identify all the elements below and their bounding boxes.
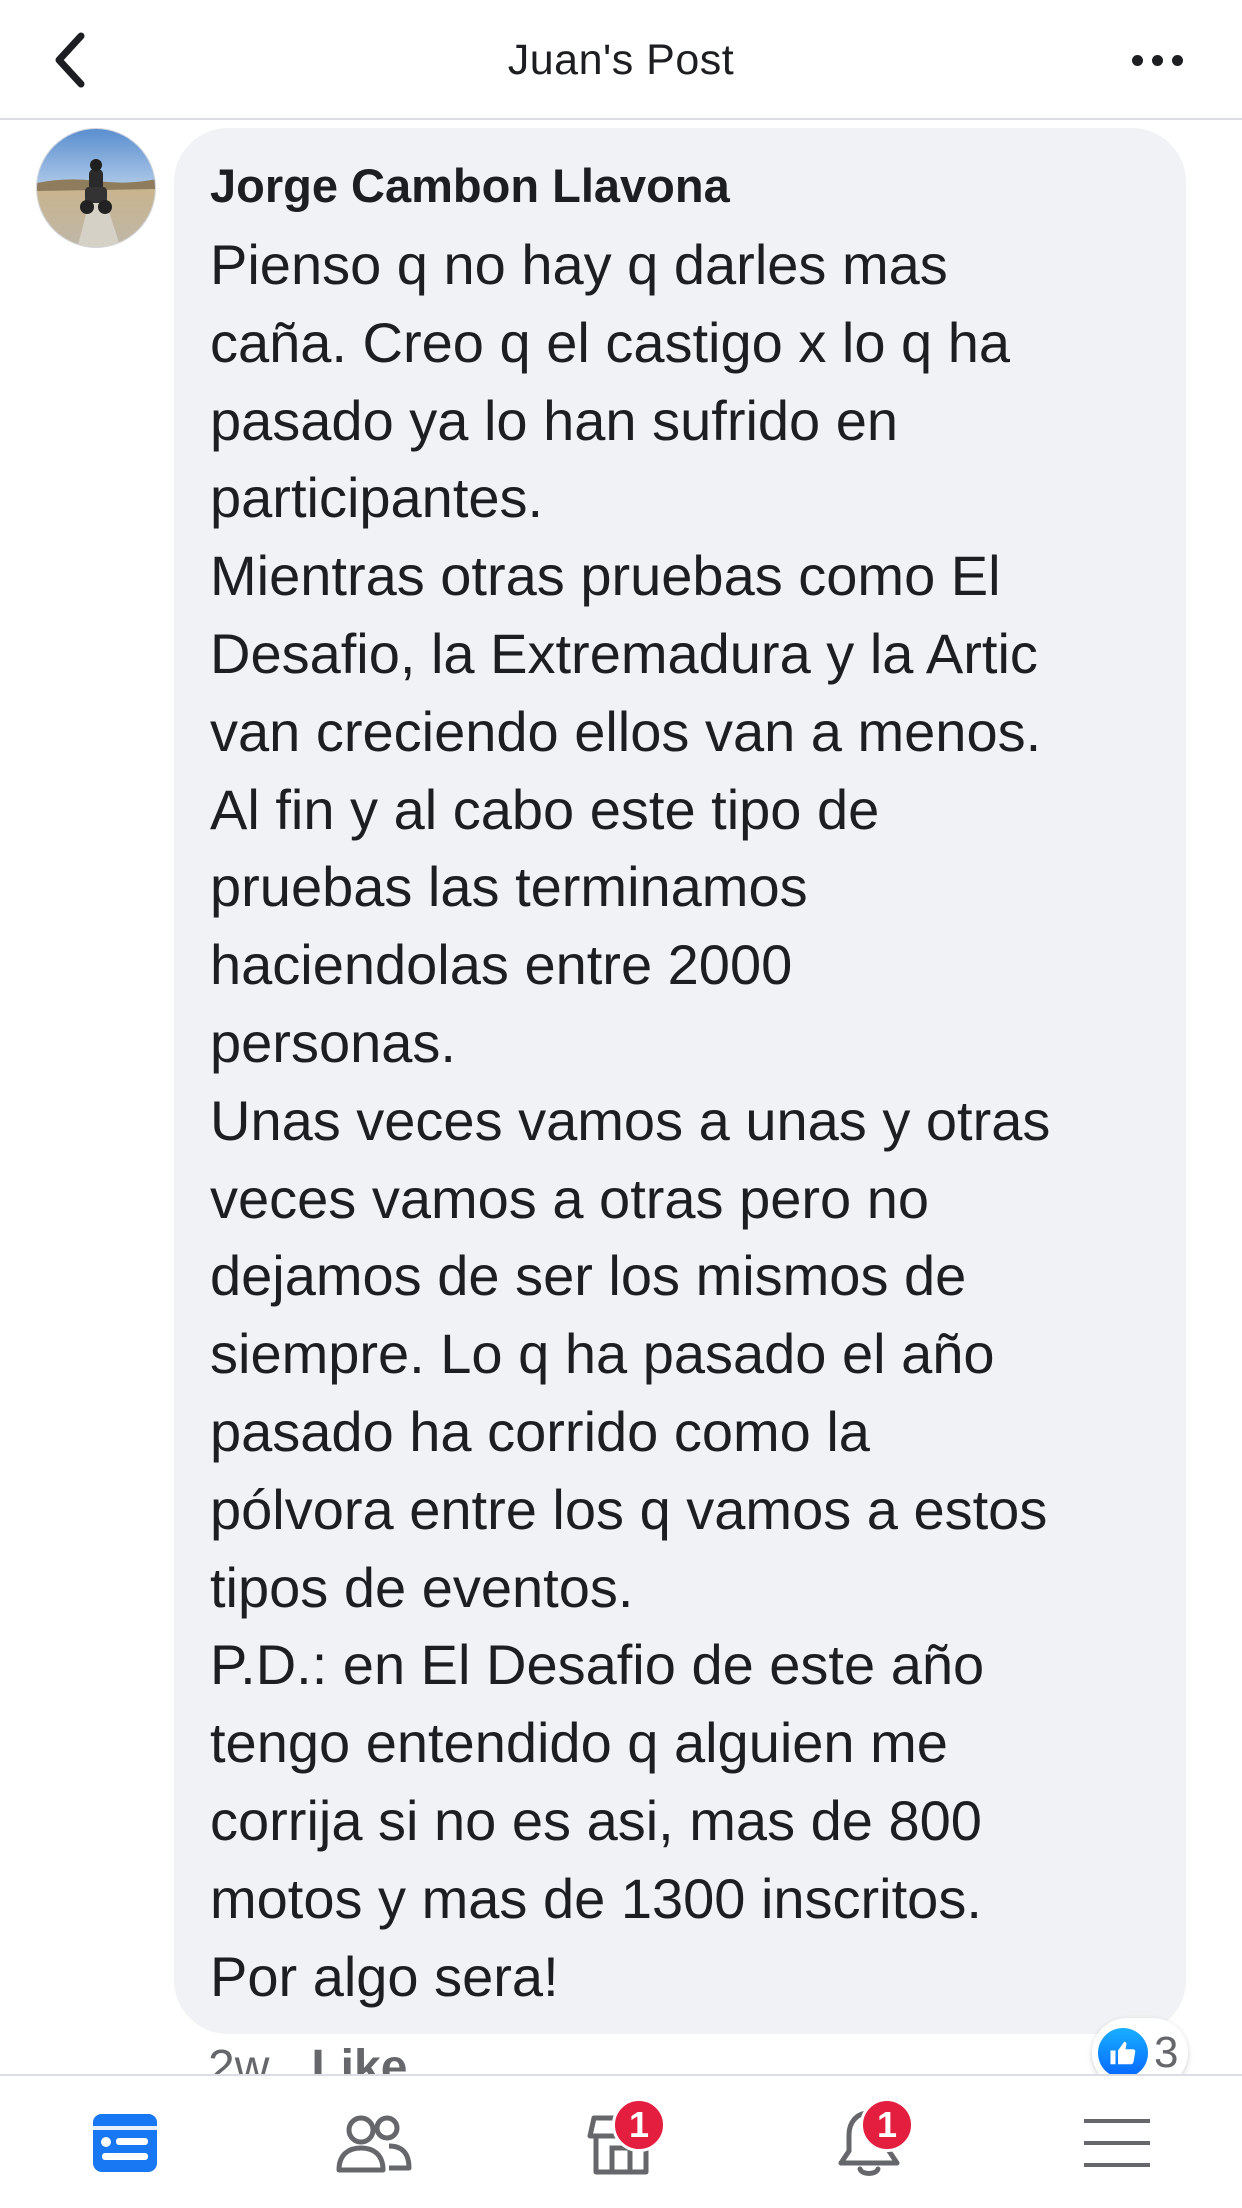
top-nav-bar: Juan's Post [0,0,1242,120]
comment-line: Por algo sera! [210,1944,559,2008]
like-icon [1098,2028,1148,2078]
more-options-button[interactable] [1112,34,1202,86]
marketplace-badge: 1 [612,2098,666,2152]
comment-line: siempre. Lo q ha pasado el año [210,1322,995,1386]
comment-line: motos y mas de 1300 inscritos. [210,1866,982,1930]
tab-news-feed[interactable] [70,2098,180,2188]
bottom-tab-bar: 1 1 [0,2074,1242,2208]
comment-line: pruebas las terminamos [210,855,808,919]
thumbs-up-icon [1110,2041,1136,2065]
more-dots-icon [1131,54,1143,66]
comment-line: van creciendo ellos van a menos. [210,699,1042,763]
comment-line: corrija si no es asi, mas de 800 [210,1788,982,1852]
comment-line: Unas veces vamos a unas y otras [210,1088,1051,1152]
avatar[interactable] [36,128,156,248]
comment-line: veces vamos a otras pero no [210,1166,930,1230]
comment-line: tengo entendido q alguien me [210,1711,948,1775]
comment-line: participantes. [210,466,544,530]
notifications-badge: 1 [860,2098,914,2152]
comment-line: pólvora entre los q vamos a estos [210,1477,1048,1541]
comment-line: personas. [210,1010,456,1074]
comment-line: pasado ya lo han sufrido en [210,388,899,452]
comment-text: Pienso q no hay q darles mas caña. Creo … [210,226,1170,2015]
news-feed-icon [93,2114,157,2172]
friends-icon [336,2115,412,2173]
more-dot [1171,54,1183,66]
reaction-count: 3 [1154,2028,1179,2077]
avatar-photo-icon [37,129,155,247]
tab-marketplace[interactable]: 1 [566,2098,676,2188]
tab-notifications[interactable]: 1 [814,2098,924,2188]
page-title: Juan's Post [507,35,735,84]
comment-line: Mientras otras pruebas como El [210,544,1001,608]
comment-line: haciendolas entre 2000 [210,933,793,997]
comment-line: pasado ha corrido como la [210,1399,870,1463]
comment-line: dejamos de ser los mismos de [210,1244,967,1308]
comment-line: caña. Creo q el castigo x lo q ha [210,310,1011,374]
comment-author[interactable]: Jorge Cambon Llavona [210,158,730,213]
comment-line: Pienso q no hay q darles mas [210,233,948,296]
tab-menu[interactable] [1062,2098,1172,2188]
comment-line: tipos de eventos. [210,1555,634,1619]
comment-line: P.D.: en El Desafio de este año [210,1633,985,1697]
hamburger-menu-icon [1084,2119,1150,2167]
comment-line: Al fin y al cabo este tipo de [210,777,880,841]
comment-line: Desafio, la Extremadura y la Artic [210,621,1038,685]
tab-friends[interactable] [318,2098,428,2188]
more-dot [1151,54,1163,66]
